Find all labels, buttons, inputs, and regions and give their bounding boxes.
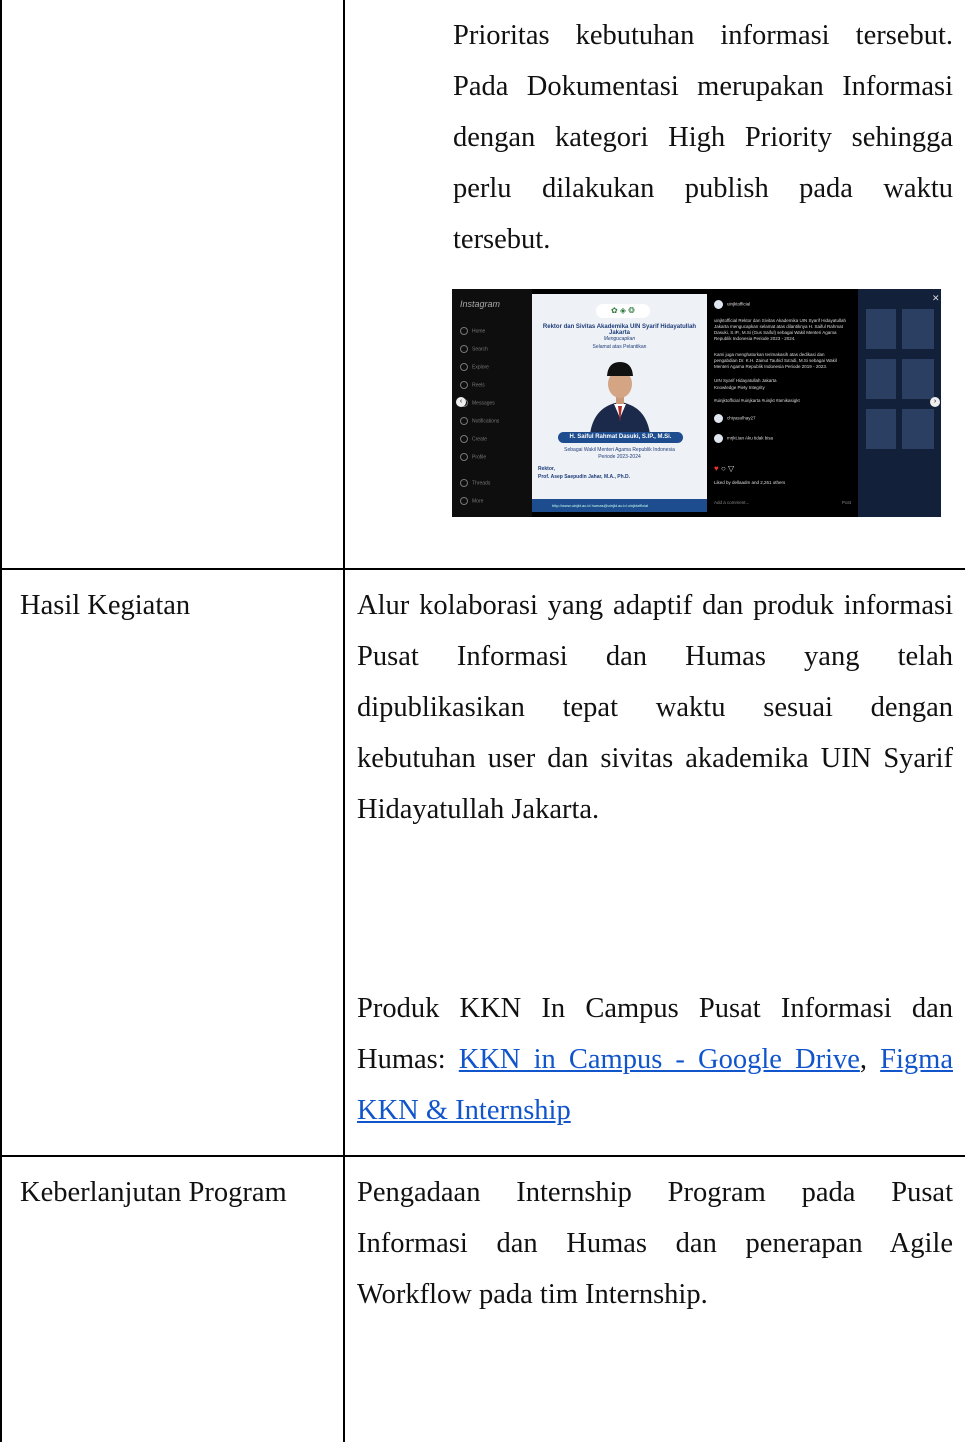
row-divider-2	[0, 1155, 965, 1157]
comment-2: mrjkt.ian Aku tidak bisa	[714, 434, 773, 443]
row1-paragraph: Prioritas kebutuhan informasi tersebut. …	[453, 20, 953, 255]
prev-arrow-icon: ‹	[456, 397, 466, 407]
nav-threads: Threads	[460, 479, 490, 487]
row2-products: Produk KKN In Campus Pusat Informasi dan…	[357, 983, 953, 1136]
row2-paragraph: Alur kolaborasi yang adaptif dan produk …	[357, 590, 953, 825]
post-button: Post	[842, 500, 852, 505]
institution-logos: ✿ ◈ ❂	[596, 304, 650, 318]
post-period: Periode 2023-2024	[598, 454, 641, 460]
google-drive-link[interactable]: KKN in Campus - Google Drive	[459, 1044, 860, 1075]
post-caption-4: Knowledge Piety Integrity	[714, 385, 765, 390]
post-role: Sebagai Wakil Menteri Agama Republik Ind…	[564, 447, 675, 453]
next-arrow-icon: ›	[930, 397, 940, 407]
liked-by: Liked by dellaadm and 2,261 others	[714, 480, 786, 485]
post-caption-3: UIN Syarif Hidayatullah Jakarta	[714, 378, 777, 383]
post-name-bar: H. Saiful Rahmat Dasuki, S.IP., M.Si.	[558, 432, 683, 443]
nav-reels: Reels	[460, 381, 485, 389]
add-comment: Add a comment...	[714, 500, 750, 505]
instagram-logo: Instagram	[460, 299, 501, 309]
post-caption: uinjktofficial Rektor dan Sivitas Akadem…	[714, 318, 846, 341]
post-greeting: Selamat atas Pelantikan	[592, 344, 647, 350]
commenter-avatar	[714, 434, 723, 443]
instagram-comments-pane: uinjktofficial uinjktofficial Rektor dan…	[708, 294, 858, 512]
post-hashtags: #uinjktofficial #uinjkarta #uinjkt #amik…	[714, 398, 800, 403]
row-divider-1	[0, 568, 965, 570]
portrait-photo	[590, 362, 650, 434]
post-rektor-name: Prof. Asep Saepudin Jahar, M.A., Ph.D.	[538, 474, 631, 480]
close-icon: ✕	[932, 293, 940, 303]
table-border-middle	[343, 0, 345, 1442]
nav-profile: Profile	[460, 453, 486, 461]
post-heading: Rektor dan Sivitas Akademika UIN Syarif …	[542, 324, 697, 336]
like-comment-share-icons: ♥ ○ ▽	[714, 464, 735, 473]
comment-1: chiyasolhay27	[714, 414, 756, 423]
post-caption-2: Kami juga menghaturkan terimakasih atas …	[714, 352, 837, 369]
nav-explore: Explore	[460, 363, 489, 371]
post-account: uinjktofficial	[714, 300, 750, 309]
instagram-background-feed	[858, 289, 941, 517]
table-border-left	[0, 0, 2, 1442]
account-avatar	[714, 300, 723, 309]
nav-home: Home	[460, 327, 485, 335]
nav-create: Create	[460, 435, 487, 443]
row3-label: Keberlanjutan Program	[20, 1177, 287, 1208]
post-rektor-title: Rektor,	[538, 466, 555, 472]
row2-label: Hasil Kegiatan	[20, 590, 191, 621]
instagram-screenshot: Instagram Home Search Explore Reels Mess…	[452, 289, 941, 517]
post-footer: http://www.uinjkt.ac.id humas@uinjkt.ac.…	[532, 499, 707, 512]
post-subheading: Mengucapkan	[603, 336, 636, 342]
row3-paragraph: Pengadaan Internship Program pada Pusat …	[357, 1177, 953, 1310]
instagram-post-image: ✿ ◈ ❂ Rektor dan Sivitas Akademika UIN S…	[532, 294, 707, 512]
link-separator: ,	[859, 1044, 868, 1075]
row1-content: Prioritas kebutuhan informasi tersebut. …	[453, 10, 953, 265]
commenter-avatar	[714, 414, 723, 423]
nav-more: More	[460, 497, 483, 505]
nav-notifications: Notifications	[460, 417, 499, 425]
row3-content: Pengadaan Internship Program pada Pusat …	[357, 1167, 953, 1320]
nav-search: Search	[460, 345, 488, 353]
row2-content: Alur kolaborasi yang adaptif dan produk …	[357, 580, 953, 835]
